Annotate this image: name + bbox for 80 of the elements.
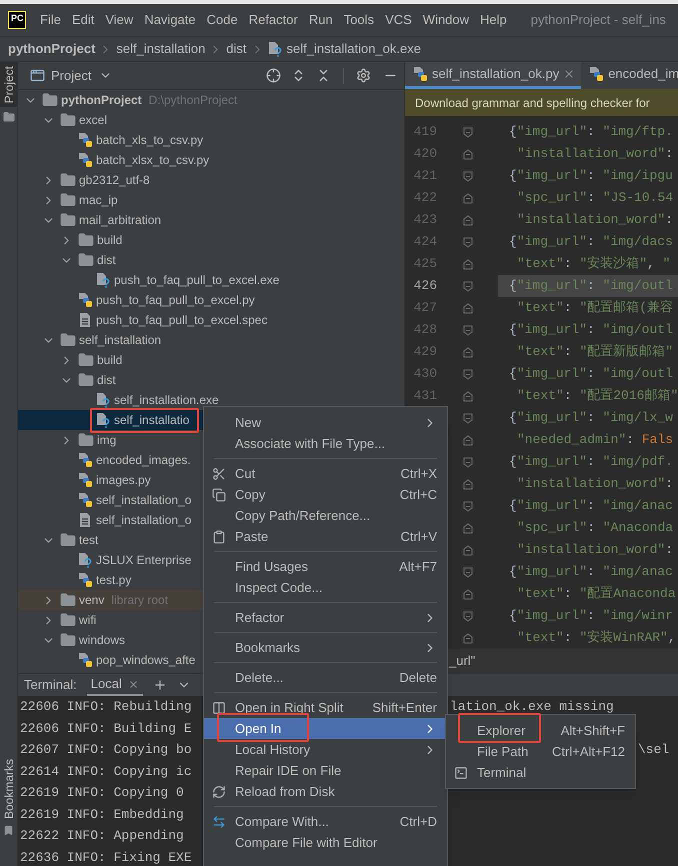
tree-item-label: pythonProject <box>61 92 142 109</box>
code-line: "installation_word": <box>516 475 674 494</box>
code-line: "text": "配置2016邮箱" <box>516 387 678 406</box>
line-number: 422 <box>414 190 437 206</box>
tree-item-label: venv <box>79 592 104 609</box>
code-line: "spc_url": "Anaconda <box>516 519 674 538</box>
tree-item-label: img <box>97 432 116 449</box>
line-number: 423 <box>414 212 437 228</box>
tree-item-label: excel <box>79 112 108 129</box>
line-number: 421 <box>414 168 437 184</box>
tree-item-label: build <box>97 232 122 249</box>
line-number: 430 <box>414 366 437 382</box>
code-line: "text": "安装WinRAR", <box>516 629 677 648</box>
terminal-line: 22619 INFO: Embedding <box>20 806 184 822</box>
code-line: {"img_url": "img/dacs <box>508 233 674 252</box>
code-line: "text": "安装沙箱", " <box>516 255 672 274</box>
code-line: {"img_url": "img/outl <box>508 321 674 340</box>
tree-item-label: wifi <box>79 612 96 629</box>
tree-item-label: self_installation_o <box>96 492 192 509</box>
line-number: 427 <box>414 300 437 316</box>
code-line: {"img_url": "img/outl <box>508 365 674 384</box>
terminal-line: 22636 INFO: Fixing EXE <box>20 850 192 864</box>
terminal-title: Terminal: <box>24 676 77 694</box>
tree-item-label: gb2312_utf-8 <box>79 172 150 189</box>
code-line: "needed_admin": Fals <box>516 431 674 450</box>
tree-item-label: mac_ip <box>79 192 118 209</box>
tree-item-label: batch_xls_to_csv.py <box>96 132 204 149</box>
code-line: "installation_word": <box>516 541 674 560</box>
line-number: 425 <box>414 256 437 272</box>
line-number: 429 <box>414 344 437 360</box>
line-number: 431 <box>414 388 437 404</box>
tree-item-label: build <box>97 352 122 369</box>
tree-item-label: pop_windows_afte <box>96 652 196 669</box>
code-line: "installation_word": <box>516 145 674 164</box>
line-number: 424 <box>414 234 437 250</box>
tree-item-label: mail_arbitration <box>79 212 162 229</box>
tree-item-label: dist <box>97 252 116 269</box>
tree-item-label: windows <box>79 632 126 649</box>
line-number: 420 <box>414 146 437 162</box>
tree-item-label: encoded_images. <box>96 452 191 469</box>
terminal-line: 22606 INFO: Building E <box>20 720 192 736</box>
terminal-line: 22614 INFO: Copying ic <box>20 764 192 778</box>
code-line: "text": "配置邮箱(兼容 <box>516 299 674 318</box>
tree-item-label: push_to_faq_pull_to_excel.exe <box>114 272 280 289</box>
window-title: pythonProject - self_ins <box>530 11 666 30</box>
tree-item-label: self_installation.exe <box>114 392 219 409</box>
code-line: "spc_url": "JS-10.54 <box>516 189 674 208</box>
tree-item-label: self_installation <box>79 332 162 349</box>
tree-item-label: batch_xlsx_to_csv.py <box>96 152 210 169</box>
tree-item-label: images.py <box>96 472 151 489</box>
code-line: {"img_url": "img/pdf. <box>508 453 674 472</box>
terminal-line: \sel <box>638 741 670 759</box>
terminal-line: lation_ok.exe missing <box>450 699 614 714</box>
tree-item-label: test <box>79 532 98 549</box>
notification-banner: Download grammar and spelling checker for <box>405 89 678 116</box>
terminal-line: 22619 INFO: Copying 0 <box>20 785 184 800</box>
terminal-line: 22607 INFO: Copying bo <box>20 742 192 757</box>
code-line: "installation_word": <box>516 211 674 230</box>
code-line: {"img_url": "img/winr <box>508 607 674 626</box>
line-number: 426 <box>414 278 437 294</box>
tree-item-label: push_to_faq_pull_to_excel.spec <box>96 312 268 329</box>
code-line: {"img_url": "img/ipgu <box>508 167 674 186</box>
code-line: {"img_url": "img/anac <box>508 563 674 582</box>
terminal-line: 22606 INFO: Rebuilding <box>20 699 192 714</box>
code-line: "text": "配置新版邮箱" <box>516 343 674 362</box>
code-line: {"img_url": "img/anac <box>508 497 674 516</box>
terminal-line: 22622 INFO: Appending <box>20 828 184 843</box>
tree-item-label: push_to_faq_pull_to_excel.py <box>96 292 255 309</box>
line-number: 428 <box>414 322 437 338</box>
folder-hint: library root <box>111 592 168 609</box>
tree-item-label: dist <box>97 372 116 389</box>
tree-item-label: self_installation_o <box>96 512 192 529</box>
tree-item-label: test.py <box>96 572 132 589</box>
tree-item-label: JSLUX Enterprise <box>96 552 192 569</box>
code-breadcrumb: _url" <box>449 652 476 670</box>
tree-item-label: self_installatio <box>114 412 190 429</box>
code-line: "text": "配置Anaconda <box>516 585 677 604</box>
code-line: {"img_url": "img/ftp. <box>508 123 674 142</box>
code-line: {"img_url": "img/lx_w <box>508 409 674 428</box>
line-number: 419 <box>414 124 437 140</box>
